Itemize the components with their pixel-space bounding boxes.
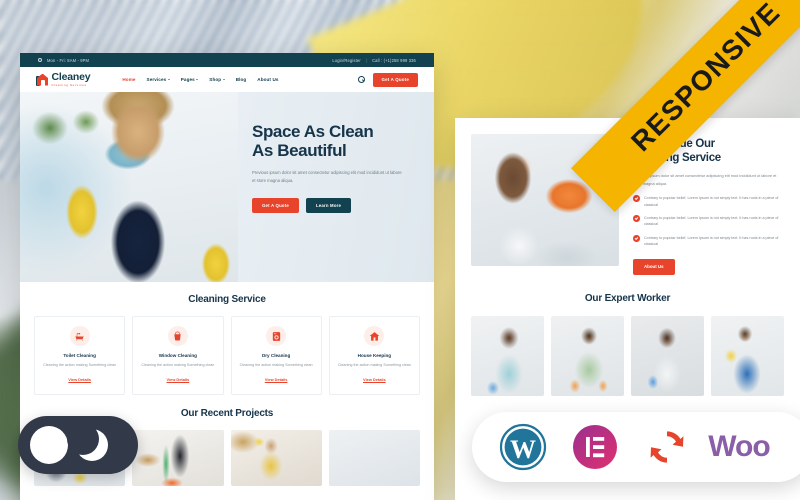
nav-label: Services: [146, 77, 167, 82]
dark-mode-toggle[interactable]: [18, 416, 138, 474]
check-circle-icon: [633, 235, 640, 242]
svg-text:W: W: [510, 435, 536, 464]
plugin-logos-bar: W Woo: [472, 412, 800, 482]
about-us-button[interactable]: About Us: [633, 258, 675, 275]
chevron-down-icon: [222, 79, 225, 80]
list-item: Contrary to popular belief, Lorem Ipsum …: [633, 235, 784, 248]
about-bullet-list: Contrary to popular belief, Lorem Ipsum …: [633, 195, 784, 248]
nav-label: Blog: [235, 77, 247, 82]
chevron-down-icon: [196, 79, 199, 80]
logo-name: Cleaney: [51, 71, 91, 84]
bathtub-icon: [69, 326, 90, 346]
chevron-down-icon: [167, 79, 170, 80]
site-logo[interactable]: Cleaney Cleaning Services: [36, 71, 91, 87]
nav-item-about-us[interactable]: About Us: [257, 77, 278, 82]
service-title: Toilet Cleaning: [63, 353, 96, 358]
nav-label: Pages: [180, 77, 195, 82]
hero-image: [20, 92, 238, 282]
hero-section: Space As Clean As Beautiful Previous ips…: [20, 92, 434, 282]
nav-item-services[interactable]: Services: [147, 77, 170, 82]
workers-section: Our Expert Worker: [455, 275, 800, 396]
list-item: Contrary to popular belief, Lorem Ipsum …: [633, 195, 784, 208]
view-details-link[interactable]: View Details: [265, 377, 288, 382]
view-details-link[interactable]: View Details: [363, 377, 386, 382]
topbar-phone[interactable]: Call : (+1)258 999 336: [372, 58, 416, 63]
hero-heading-line2: As Beautiful: [252, 141, 347, 161]
hero-heading-line1: Space As Clean: [252, 122, 374, 141]
worker-photo[interactable]: [631, 315, 704, 396]
check-circle-icon: [633, 195, 640, 202]
nav-item-pages[interactable]: Pages: [181, 77, 199, 82]
hero-get-a-quote-button[interactable]: Get A Quote: [252, 197, 299, 213]
get-a-quote-button[interactable]: Get A Quote: [372, 72, 418, 87]
woocommerce-logo: Woo: [708, 422, 770, 472]
project-thumbnail[interactable]: [132, 430, 224, 487]
nav-label: Shop: [209, 77, 222, 82]
service-description: Cleaning the action making Something cle…: [141, 363, 215, 367]
moon-icon: [67, 423, 108, 461]
bullet-text: Contrary to popular belief, Lorem Ipsum …: [644, 235, 779, 247]
house-icon: [364, 326, 385, 346]
worker-photo[interactable]: [711, 315, 784, 396]
nav-label: Home: [122, 77, 136, 82]
nav-links: Home Services Pages Shop Blog About Us: [122, 77, 278, 82]
nav-item-blog[interactable]: Blog: [236, 77, 247, 82]
project-thumbnail[interactable]: [328, 430, 420, 487]
service-title: Dry Cleaning: [261, 353, 291, 358]
service-card[interactable]: House Keeping Cleaning the action making…: [328, 316, 420, 396]
refresh-logo: [642, 422, 692, 472]
hero-learn-more-button[interactable]: Learn More: [305, 197, 352, 213]
nav-item-shop[interactable]: Shop: [209, 77, 225, 82]
nav-item-home[interactable]: Home: [122, 77, 135, 82]
service-description: Cleaning the action making Something cle…: [43, 363, 117, 367]
check-circle-icon: [633, 215, 640, 222]
service-card[interactable]: Window Cleaning Cleaning the action maki…: [132, 316, 224, 396]
bullet-text: Contrary to popular belief, Lorem Ipsum …: [644, 215, 779, 227]
service-description: Cleaning the action making Something cle…: [337, 363, 411, 367]
worker-photo[interactable]: [551, 315, 624, 396]
view-details-link[interactable]: View Details: [68, 377, 91, 382]
service-title: House Keeping: [357, 353, 392, 358]
list-item: Contrary to popular belief, Lorem Ipsum …: [633, 215, 784, 228]
about-paragraph: Previous ipsum dolor sit amet consectetu…: [633, 173, 777, 186]
project-thumbnail[interactable]: [230, 430, 322, 487]
services-section: Cleaning Service Toilet Cleaning Cleanin…: [20, 282, 434, 396]
service-card[interactable]: Toilet Cleaning Cleaning the action maki…: [34, 316, 126, 396]
hero-heading: Space As Clean As Beautiful: [252, 122, 418, 160]
house-logo-icon: [36, 73, 49, 87]
view-details-link[interactable]: View Details: [167, 377, 190, 382]
toggle-knob: [30, 426, 68, 464]
service-card[interactable]: Dry Cleaning Cleaning the action making …: [230, 316, 322, 396]
service-description: Cleaning the action making Something cle…: [239, 363, 313, 367]
hero-paragraph: Previous ipsum dolor sit amet consectetu…: [252, 170, 402, 183]
wordpress-logo: W: [498, 422, 548, 472]
login-register-link[interactable]: Login/Register: [332, 58, 361, 63]
elementor-logo: [570, 422, 620, 472]
nav-label: About Us: [257, 77, 279, 82]
washing-machine-icon: [266, 326, 287, 346]
woo-label: Woo: [708, 430, 770, 463]
topbar-hours: Mon - Fri: 8AM - 9PM: [47, 57, 90, 63]
services-heading: Cleaning Service: [188, 294, 266, 305]
workers-heading: Our Expert Worker: [584, 292, 671, 304]
service-title: Window Cleaning: [158, 353, 197, 358]
clock-icon: [38, 58, 42, 62]
bucket-icon: [167, 326, 188, 346]
logo-tagline: Cleaning Services: [51, 82, 87, 87]
worker-photo[interactable]: [471, 315, 544, 396]
navbar: Cleaney Cleaning Services Home Services …: [20, 67, 434, 92]
bullet-text: Contrary to popular belief, Lorem Ipsum …: [644, 195, 779, 207]
topbar: Mon - Fri: 8AM - 9PM Login/Register | Ca…: [20, 53, 434, 67]
topbar-divider: |: [365, 57, 368, 63]
search-icon[interactable]: [357, 76, 365, 83]
